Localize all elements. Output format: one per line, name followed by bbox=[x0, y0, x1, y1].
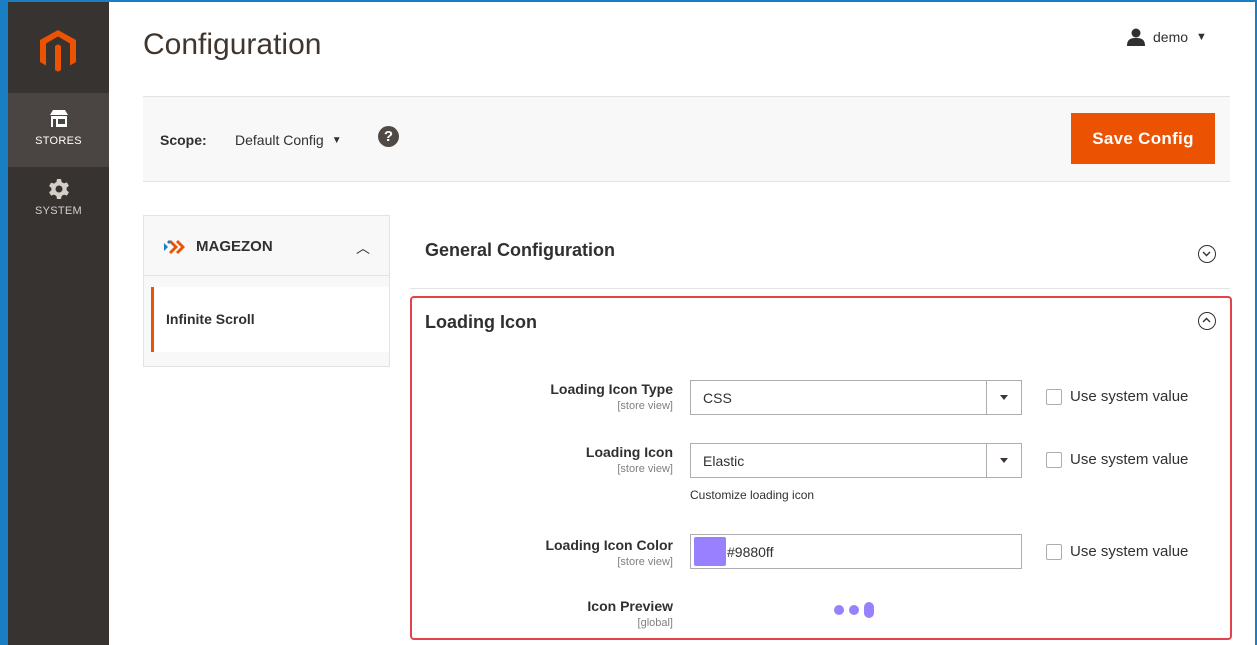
nav-group-magezon[interactable]: MAGEZON ︿ bbox=[144, 216, 389, 276]
preview-dot bbox=[864, 602, 874, 618]
chevron-up-icon: ︿ bbox=[356, 240, 370, 256]
field-note: Customize loading icon bbox=[690, 488, 815, 502]
nav-vendor-label: MAGEZON bbox=[196, 238, 273, 255]
nav-item-label: Infinite Scroll bbox=[166, 311, 255, 327]
loading-icon-color-input[interactable]: #9880ff bbox=[690, 534, 1022, 569]
store-icon bbox=[49, 110, 68, 127]
dropdown-arrow-icon bbox=[986, 381, 1021, 414]
use-system-value-icon[interactable]: Use system value bbox=[1046, 451, 1188, 468]
use-system-value-type[interactable]: Use system value bbox=[1046, 388, 1188, 405]
nav-group-title: MAGEZON bbox=[164, 238, 273, 255]
loading-icon-type-select[interactable]: CSS bbox=[690, 380, 1022, 415]
page-title: Configuration bbox=[143, 28, 322, 61]
section-divider bbox=[410, 288, 1230, 289]
expand-chevron-icon[interactable] bbox=[1198, 245, 1216, 263]
scope-switcher[interactable]: Default Config ▼ bbox=[235, 132, 342, 148]
preview-dot bbox=[849, 605, 859, 615]
admin-menu: STORES SYSTEM bbox=[8, 2, 109, 645]
checkbox-label: Use system value bbox=[1070, 451, 1189, 468]
select-value: CSS bbox=[703, 390, 732, 406]
checkbox[interactable] bbox=[1046, 543, 1062, 560]
collapse-chevron-icon[interactable] bbox=[1198, 312, 1216, 330]
scope-bar: Scope: Default Config ▼ ? Save Config bbox=[143, 96, 1230, 182]
checkbox-label: Use system value bbox=[1070, 388, 1189, 405]
loading-icon-type-label: Loading Icon Type bbox=[550, 381, 673, 397]
caret-down-icon: ▼ bbox=[331, 134, 342, 146]
dropdown-arrow-icon bbox=[986, 444, 1021, 477]
section-loading-title[interactable]: Loading Icon bbox=[425, 312, 537, 333]
icon-preview-label: Icon Preview bbox=[587, 598, 673, 614]
loading-icon-label: Loading Icon bbox=[585, 444, 673, 460]
help-icon[interactable]: ? bbox=[378, 126, 399, 147]
scope-hint: [global] bbox=[637, 617, 673, 629]
scope-label: Scope: bbox=[160, 132, 207, 148]
checkbox[interactable] bbox=[1046, 388, 1062, 405]
scope-value: Default Config bbox=[235, 132, 324, 148]
color-value: #9880ff bbox=[727, 544, 774, 560]
config-nav: MAGEZON ︿ Infinite Scroll bbox=[143, 215, 390, 367]
scope-hint: [store view] bbox=[617, 556, 673, 568]
section-general-title[interactable]: General Configuration bbox=[425, 240, 615, 261]
checkbox-label: Use system value bbox=[1070, 543, 1189, 560]
checkbox[interactable] bbox=[1046, 451, 1062, 468]
menu-item-stores[interactable]: STORES bbox=[8, 93, 109, 167]
use-system-value-color[interactable]: Use system value bbox=[1046, 543, 1188, 560]
menu-item-system[interactable]: SYSTEM bbox=[8, 167, 109, 241]
user-icon bbox=[1127, 28, 1145, 46]
caret-down-icon: ▼ bbox=[1196, 31, 1207, 43]
save-config-button[interactable]: Save Config bbox=[1071, 113, 1215, 164]
preview-dot bbox=[834, 605, 844, 615]
loading-icon-color-label: Loading Icon Color bbox=[545, 537, 673, 553]
loading-icon-select[interactable]: Elastic bbox=[690, 443, 1022, 478]
user-name: demo bbox=[1153, 29, 1189, 45]
scope-hint: [store view] bbox=[617, 400, 673, 412]
user-menu[interactable]: demo ▼ bbox=[1127, 28, 1207, 46]
magento-logo-icon[interactable] bbox=[36, 28, 80, 72]
scope-hint: [store view] bbox=[617, 463, 673, 475]
gear-icon bbox=[48, 179, 69, 199]
magezon-logo-icon bbox=[164, 239, 185, 254]
loading-preview bbox=[834, 602, 874, 618]
select-value: Elastic bbox=[703, 453, 745, 469]
menu-item-label: STORES bbox=[35, 135, 82, 147]
color-swatch[interactable] bbox=[694, 537, 726, 566]
nav-item-infinite-scroll[interactable]: Infinite Scroll bbox=[151, 287, 389, 352]
menu-item-label: SYSTEM bbox=[34, 205, 83, 217]
